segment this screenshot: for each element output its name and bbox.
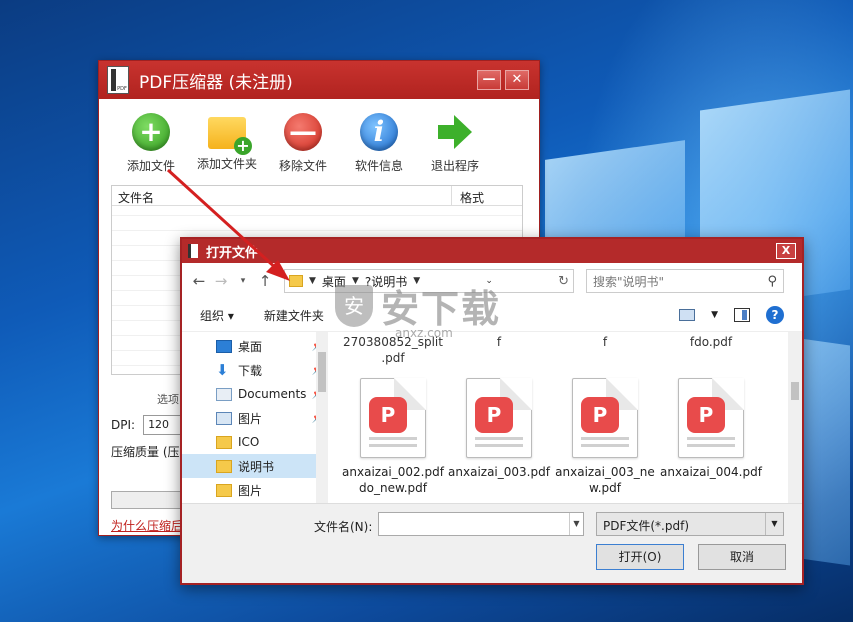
pdf-file-icon: P	[466, 378, 532, 458]
file-item[interactable]: P anxaizai_003_new.pdf	[552, 378, 658, 496]
remove-icon: —	[284, 113, 322, 151]
cancel-button[interactable]: 取消	[698, 544, 786, 570]
dialog-title: 打开文件	[206, 245, 259, 261]
search-input[interactable]: 搜索"说明书" ⚲	[586, 269, 784, 293]
desktop-icon	[216, 339, 232, 353]
software-info-label: 软件信息	[354, 159, 403, 173]
dpi-input[interactable]: 120	[143, 415, 184, 435]
app-titlebar[interactable]: PDF PDF压缩器 (未注册) — ✕	[99, 61, 539, 99]
column-filename[interactable]: 文件名	[112, 186, 452, 205]
sidebar-item-pictures-folder[interactable]: 图片	[182, 478, 328, 502]
why-link[interactable]: 为什么压缩后	[111, 517, 183, 534]
info-icon: i	[360, 113, 398, 151]
app-logo-icon: PDF	[107, 66, 129, 94]
exit-label: 退出程序	[430, 159, 479, 173]
exit-arrow-icon	[436, 113, 474, 151]
file-view: 270380852_split .pdf f f fdo.pdf P anxai…	[328, 332, 802, 503]
help-icon[interactable]: ?	[766, 306, 784, 324]
new-folder-button[interactable]: 新建文件夹	[264, 307, 324, 324]
sidebar-item-label: 图片	[238, 483, 263, 498]
file-name: anxaizai_002.pdfdo_new.pdf	[342, 465, 444, 495]
dialog-footer: 文件名(N): ▼ PDF文件(*.pdf) ▼ 打开(O) 取消	[182, 503, 802, 583]
file-name-partial[interactable]: f	[446, 334, 552, 366]
folder-icon	[216, 483, 232, 497]
watermark-subtext: anxz.com	[395, 326, 453, 340]
filetype-select[interactable]: PDF文件(*.pdf) ▼	[596, 512, 784, 536]
download-icon	[216, 361, 232, 379]
sidebar-item-label: 图片	[238, 411, 263, 426]
open-button[interactable]: 打开(O)	[596, 544, 684, 570]
sidebar-item-desktop[interactable]: 桌面 📌	[182, 334, 328, 358]
sidebar-item-pictures[interactable]: 图片 📌	[182, 406, 328, 430]
sidebar-item-ico[interactable]: ICO	[182, 430, 328, 454]
dpi-label: DPI:	[111, 418, 136, 432]
pdf-file-icon: P	[360, 378, 426, 458]
add-icon: +	[132, 113, 170, 151]
sidebar-item-label: 说明书	[238, 459, 275, 474]
file-name-partial[interactable]: fdo.pdf	[658, 334, 764, 366]
file-item[interactable]: P anxaizai_003.pdf	[446, 378, 552, 496]
sidebar-item-label: ICO	[238, 435, 260, 449]
search-icon: ⚲	[767, 273, 777, 289]
navigation-pane: 桌面 📌 下载 📌 Documents 📌 图片 📌 ICO	[182, 332, 328, 503]
pdf-file-icon: P	[572, 378, 638, 458]
up-icon[interactable]: ↑	[254, 272, 276, 290]
file-name: anxaizai_003_new.pdf	[555, 465, 655, 495]
pictures-icon	[216, 411, 232, 425]
file-name-partial[interactable]: f	[552, 334, 658, 366]
sidebar-item-label: 桌面	[238, 339, 263, 354]
dialog-close-button[interactable]: X	[776, 243, 796, 259]
chevron-down-icon[interactable]: ▼	[309, 276, 316, 286]
file-list-header: 文件名 格式	[112, 186, 522, 206]
preview-pane-icon[interactable]	[734, 308, 750, 322]
folder-icon	[289, 275, 303, 287]
search-placeholder: 搜索"说明书"	[593, 274, 665, 289]
recent-locations-icon[interactable]: ▾	[232, 276, 254, 286]
remove-file-label: 移除文件	[278, 159, 327, 173]
folder-icon	[216, 435, 232, 449]
close-button[interactable]: ✕	[505, 70, 529, 90]
chevron-down-icon[interactable]: ▼	[711, 310, 718, 320]
back-icon[interactable]: ←	[188, 272, 210, 290]
sidebar-item-documents[interactable]: Documents 📌	[182, 382, 328, 406]
dialog-titlebar[interactable]: 打开文件 X	[182, 239, 802, 263]
refresh-icon[interactable]: ↻	[558, 274, 569, 289]
chevron-down-icon[interactable]: ▼	[569, 513, 583, 535]
sidebar-item-manual[interactable]: 说明书	[182, 454, 328, 478]
add-folder-icon	[208, 117, 252, 155]
column-format[interactable]: 格式	[452, 186, 492, 205]
dialog-logo-icon	[188, 244, 198, 258]
sidebar-item-downloads[interactable]: 下载 📌	[182, 358, 328, 382]
forward-icon[interactable]: →	[210, 272, 232, 290]
file-view-scrollbar[interactable]	[788, 332, 802, 503]
file-item[interactable]: P anxaizai_002.pdfdo_new.pdf	[340, 378, 446, 496]
watermark: 安 安下载	[335, 278, 501, 333]
shield-icon: 安	[335, 284, 373, 327]
sidebar-item-label: Documents	[238, 387, 307, 401]
minimize-button[interactable]: —	[477, 70, 501, 90]
watermark-text: 安下载	[381, 287, 502, 331]
filename-input[interactable]: ▼	[378, 512, 584, 536]
add-file-label: 添加文件	[126, 159, 175, 173]
file-item[interactable]: P anxaizai_004.pdf	[658, 378, 764, 496]
file-name: anxaizai_004.pdf	[660, 465, 762, 479]
file-name: anxaizai_003.pdf	[448, 465, 550, 479]
organize-button[interactable]: 组织 ▾	[200, 307, 234, 324]
add-folder-label: 添加文件夹	[196, 157, 257, 171]
documents-icon	[216, 387, 232, 401]
filetype-value: PDF文件(*.pdf)	[603, 519, 690, 533]
app-title: PDF压缩器 (未注册)	[139, 72, 293, 93]
pdf-file-icon: P	[678, 378, 744, 458]
sidebar-item-label: 下载	[238, 363, 263, 378]
view-options-icon[interactable]	[679, 309, 696, 321]
filename-label: 文件名(N):	[314, 520, 373, 534]
folder-icon	[216, 459, 232, 473]
sidebar-scrollbar[interactable]	[316, 332, 328, 503]
chevron-down-icon[interactable]: ▼	[765, 513, 783, 535]
